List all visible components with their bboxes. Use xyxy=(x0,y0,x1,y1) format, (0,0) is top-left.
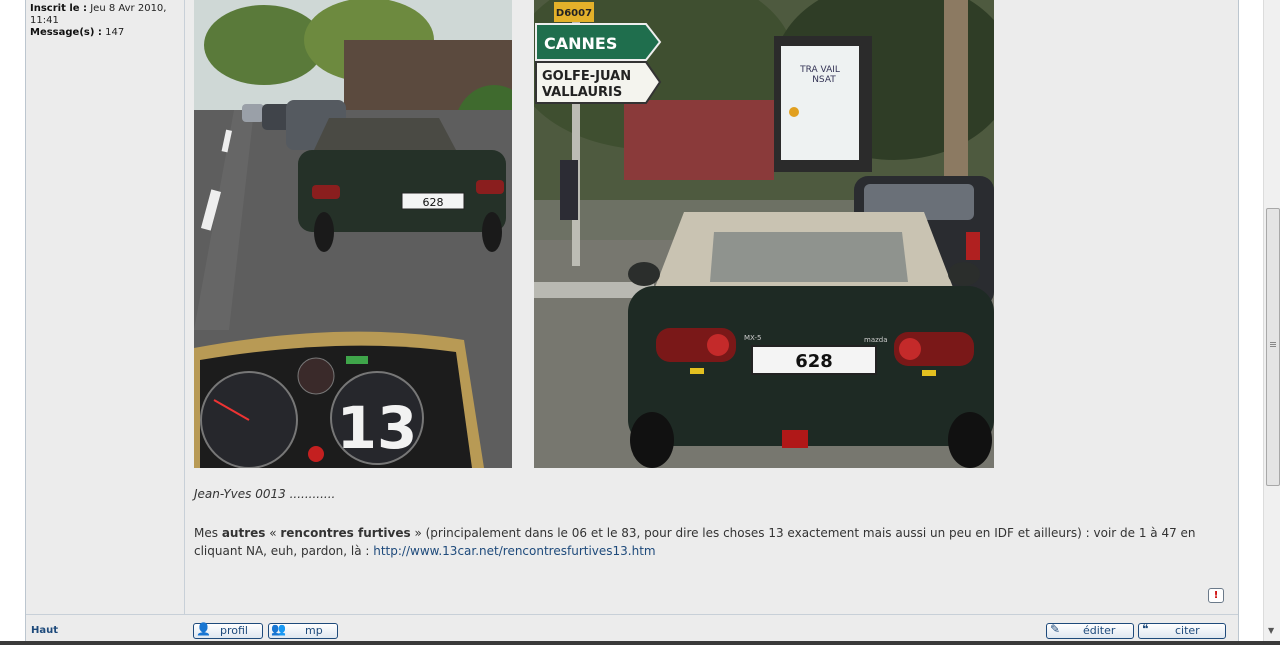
messages-count: 147 xyxy=(105,27,125,38)
edit-button-label: éditer xyxy=(1083,624,1116,637)
sticker-13: 13 xyxy=(337,394,418,462)
user-icon: 👤 xyxy=(196,622,211,636)
grip-icon xyxy=(1270,342,1276,343)
sign-vallauris: VALLAURIS xyxy=(542,85,622,100)
sig-bold-autres: autres xyxy=(221,526,266,540)
profile-button-label: profil xyxy=(220,624,248,637)
brand-badge: mazda xyxy=(864,336,888,344)
pm-button-label: mp xyxy=(305,624,323,637)
sig-text-mid: « xyxy=(265,526,281,540)
signature-link[interactable]: http://www.13car.net/rencontresfurtives1… xyxy=(373,544,655,558)
edit-icon: ✎ xyxy=(1050,622,1061,636)
post-image-cannes: TRA VAIL NSAT D6007 CANNES GOLFE-JUAN VA… xyxy=(534,0,994,468)
quote-button[interactable]: ❝ citer xyxy=(1138,622,1226,639)
poster-line1: TRA VAIL xyxy=(799,65,840,75)
report-icon[interactable]: ! xyxy=(1208,588,1224,603)
author-column: Inscrit le : Jeu 8 Avr 2010, 11:41 Messa… xyxy=(26,0,185,614)
pm-button[interactable]: 👥 mp xyxy=(268,622,338,639)
post-body: 628 13 TRA VAIL NSAT D6007 CANNES GOLFE-… xyxy=(194,0,1238,614)
taskbar-edge xyxy=(0,641,1280,645)
quote-button-label: citer xyxy=(1175,624,1200,637)
road-number: D6007 xyxy=(556,8,592,19)
author-info: Inscrit le : Jeu 8 Avr 2010, 11:41 Messa… xyxy=(30,3,180,39)
sign-cannes: CANNES xyxy=(544,34,617,53)
signature-text: Mes autres « rencontres furtives » (prin… xyxy=(194,524,1230,560)
plate-text-right: 628 xyxy=(795,351,833,372)
profile-button[interactable]: 👤 profil xyxy=(193,622,263,639)
edit-button[interactable]: ✎ éditer xyxy=(1046,622,1134,639)
quote-icon: ❝ xyxy=(1142,622,1149,636)
scrollbar-thumb[interactable] xyxy=(1266,208,1280,486)
sig-text-start: Mes xyxy=(194,526,222,540)
sign-golfe-juan: GOLFE-JUAN xyxy=(542,69,631,84)
sig-bold-rencontres: rencontres furtives xyxy=(280,526,411,540)
messages-label: Message(s) : xyxy=(30,27,102,38)
forum-post-container: Inscrit le : Jeu 8 Avr 2010, 11:41 Messa… xyxy=(25,0,1239,645)
signature-name: Jean-Yves 0013 ............ xyxy=(194,487,336,501)
users-icon: 👥 xyxy=(271,622,286,636)
poster-line2: NSAT xyxy=(812,75,836,85)
scroll-down-arrow-icon[interactable]: ▼ xyxy=(1268,626,1274,635)
plate-text-left: 628 xyxy=(423,196,444,209)
post-image-traffic: 628 13 xyxy=(194,0,512,468)
vertical-scrollbar[interactable]: ▼ xyxy=(1263,0,1280,645)
model-badge: MX-5 xyxy=(744,334,761,342)
registered-label: Inscrit le : xyxy=(30,3,88,14)
back-to-top-link[interactable]: Haut xyxy=(31,625,58,636)
